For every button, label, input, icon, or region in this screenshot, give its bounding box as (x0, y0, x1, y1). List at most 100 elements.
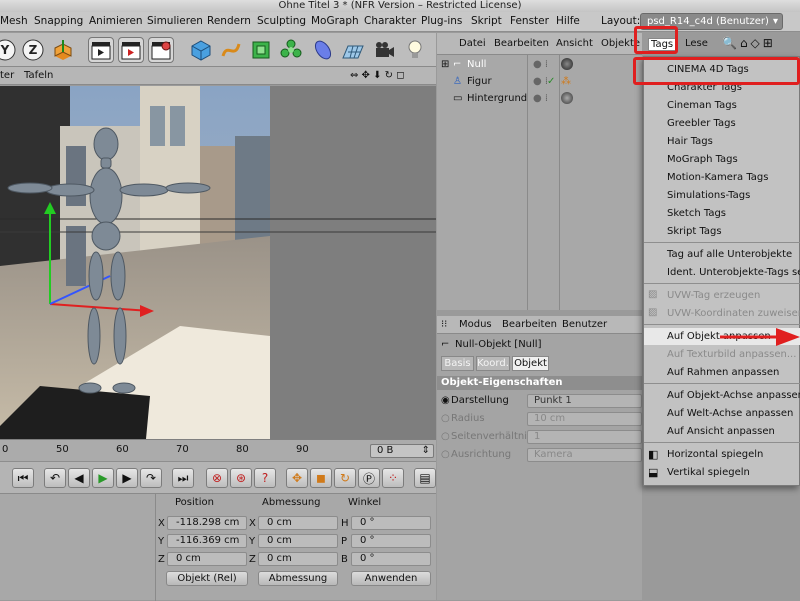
rotation-h-field[interactable]: 0 ° (351, 516, 431, 530)
autokey-button[interactable]: ⊛ (230, 468, 252, 488)
menu-item-motion-kamera-tags[interactable]: Motion-Kamera Tags (644, 169, 800, 186)
size-y-field[interactable]: 0 cm (258, 534, 338, 548)
y-axis-lock-button[interactable]: Y (0, 37, 18, 63)
menu-fenster[interactable]: Fenster (510, 15, 549, 27)
subdivision-surface-button[interactable] (248, 37, 274, 63)
light-button[interactable] (402, 37, 428, 63)
render-picture-viewer-button[interactable] (118, 37, 144, 63)
cube-button[interactable] (188, 37, 214, 63)
om-menu-lesezeichen[interactable]: Lese (685, 38, 708, 49)
prop-value[interactable]: 1 (527, 430, 642, 444)
menu-skript[interactable]: Skript (471, 15, 502, 27)
rotate-key-button[interactable]: ↻ (334, 468, 356, 488)
position-z-field[interactable]: 0 cm (167, 552, 247, 566)
rotation-b-field[interactable]: 0 ° (351, 552, 431, 566)
z-axis-lock-button[interactable]: Z (20, 37, 46, 63)
array-button[interactable] (278, 37, 304, 63)
om-menu-bearbeiten[interactable]: Bearbeiten (494, 38, 549, 49)
object-name[interactable]: Figur (467, 73, 492, 90)
material-tag-icon[interactable] (561, 58, 573, 70)
floor-button[interactable] (340, 37, 366, 63)
apply-button[interactable]: Anwenden (351, 571, 431, 586)
menu-item-sketch-tags[interactable]: Sketch Tags (644, 205, 800, 222)
menu-simulieren[interactable]: Simulieren (147, 15, 203, 27)
radio-icon[interactable]: ◉ (441, 392, 450, 410)
rotation-p-field[interactable]: 0 ° (351, 534, 431, 548)
coordinate-system-button[interactable] (50, 37, 76, 63)
prop-darstellung[interactable]: ◉ Darstellung Punkt 1 (437, 392, 642, 410)
timeline-button[interactable]: ▤ (414, 468, 436, 488)
size-z-field[interactable]: 0 cm (258, 552, 338, 566)
menu-item-auf-rahmen-anpassen[interactable]: Auf Rahmen anpassen (644, 364, 800, 381)
prop-seitenverhaeltnis[interactable]: ○ Seitenverhältnis 1 (437, 428, 642, 446)
next-keyframe-button[interactable]: ↷ (140, 468, 162, 488)
keyframe-selection-button[interactable]: ? (254, 468, 276, 488)
prop-value[interactable]: Punkt 1 (527, 394, 642, 408)
scale-key-button[interactable]: ◼ (310, 468, 332, 488)
record-active-button[interactable]: ⊗ (206, 468, 228, 488)
tab-basis[interactable]: Basis (441, 356, 474, 371)
menu-item-auf-objekt-achse-anpassen[interactable]: Auf Objekt-Achse anpassen (644, 387, 800, 404)
camera-button[interactable] (372, 37, 398, 63)
visibility-dots-icon[interactable]: ● ⁞ (533, 90, 548, 107)
om-toolbar-icons[interactable]: 🔍⌂◇⊞ (722, 36, 800, 50)
menu-item-tag-auf-alle-unterobjekte[interactable]: Tag auf alle Unterobjekte (644, 246, 800, 263)
menu-item-ident-unterobjekte-tags[interactable]: Ident. Unterobjekte-Tags selektieren (644, 264, 800, 281)
menu-item-skript-tags[interactable]: Skript Tags (644, 223, 800, 240)
deformer-button[interactable] (310, 37, 336, 63)
size-mode-select[interactable]: Abmessung (258, 571, 338, 586)
position-y-field[interactable]: -116.369 cm (167, 534, 247, 548)
move-key-button[interactable]: ✥ (286, 468, 308, 488)
menu-item-hair-tags[interactable]: Hair Tags (644, 133, 800, 150)
expand-icon[interactable]: ⊞ (441, 56, 449, 73)
previous-keyframe-button[interactable]: ↶ (44, 468, 66, 488)
om-menu-datei[interactable]: Datei (459, 38, 486, 49)
am-menu-modus[interactable]: Modus (459, 319, 492, 330)
menu-item-uvw-tag-erzeugen[interactable]: UVW-Tag erzeugen (644, 287, 800, 304)
radio-icon[interactable]: ○ (441, 428, 450, 446)
go-to-start-button[interactable]: ⏮ (12, 468, 34, 488)
point-level-key-button[interactable]: ⁘ (382, 468, 404, 488)
object-row-null[interactable]: ⊞ ⌐ Null ● ⁞ (437, 56, 642, 73)
prop-value[interactable]: 10 cm (527, 412, 642, 426)
menu-item-auf-ansicht-anpassen[interactable]: Auf Ansicht anpassen (644, 423, 800, 440)
render-view-button[interactable] (88, 37, 114, 63)
menu-item-auf-welt-achse-anpassen[interactable]: Auf Welt-Achse anpassen (644, 405, 800, 422)
radio-icon[interactable]: ○ (441, 410, 450, 428)
go-to-end-button[interactable]: ⏭ (172, 468, 194, 488)
visibility-dots-icon[interactable]: ● ⁞ (533, 73, 548, 90)
object-name[interactable]: Hintergrund (467, 90, 527, 107)
visibility-dots-icon[interactable]: ● ⁞ (533, 56, 548, 73)
prop-value[interactable]: Kamera (527, 448, 642, 462)
material-tag-icon[interactable] (561, 92, 573, 104)
stepper-icon[interactable]: ⇕ (422, 445, 430, 457)
viewport-nav-icons[interactable]: ⇔ ✥ ⬇ ↻ ◻ (350, 70, 405, 81)
previous-frame-button[interactable]: ◀ (68, 468, 90, 488)
prop-radius[interactable]: ○ Radius 10 cm (437, 410, 642, 428)
object-name[interactable]: Null (467, 56, 486, 73)
am-menu-bearbeiten[interactable]: Bearbeiten (502, 319, 557, 330)
object-row-figur[interactable]: ♙ Figur ● ⁞ ✓ ⁂ (437, 73, 642, 90)
menu-charakter[interactable]: Charakter (364, 15, 416, 27)
parameter-key-button[interactable]: Ⓟ (358, 468, 380, 488)
menu-animieren[interactable]: Animieren (89, 15, 143, 27)
next-frame-button[interactable]: ▶ (116, 468, 138, 488)
menu-mesh[interactable]: Mesh (0, 15, 28, 27)
menu-item-simulations-tags[interactable]: Simulations-Tags (644, 187, 800, 204)
viewport-menu-tafeln[interactable]: Tafeln (24, 70, 53, 81)
texture-tag-icon[interactable]: ⁂ (561, 73, 571, 90)
om-menu-ansicht[interactable]: Ansicht (556, 38, 593, 49)
object-row-hintergrund[interactable]: ▭ Hintergrund ● ⁞ (437, 90, 642, 107)
menu-item-horizontal-spiegeln[interactable]: Horizontal spiegeln (644, 446, 800, 463)
viewport[interactable] (0, 86, 436, 439)
coordinate-mode-select[interactable]: Objekt (Rel) (166, 571, 248, 586)
menu-sculpting[interactable]: Sculpting (257, 15, 306, 27)
size-x-field[interactable]: 0 cm (258, 516, 338, 530)
checkmark-icon[interactable]: ✓ (547, 73, 555, 90)
menu-item-vertikal-spiegeln[interactable]: Vertikal spiegeln (644, 464, 800, 481)
tab-koord[interactable]: Koord. (476, 356, 510, 371)
viewport-menu-filter[interactable]: ter (0, 70, 14, 81)
play-button[interactable]: ▶ (92, 468, 114, 488)
menu-snapping[interactable]: Snapping (34, 15, 83, 27)
menu-item-mograph-tags[interactable]: MoGraph Tags (644, 151, 800, 168)
